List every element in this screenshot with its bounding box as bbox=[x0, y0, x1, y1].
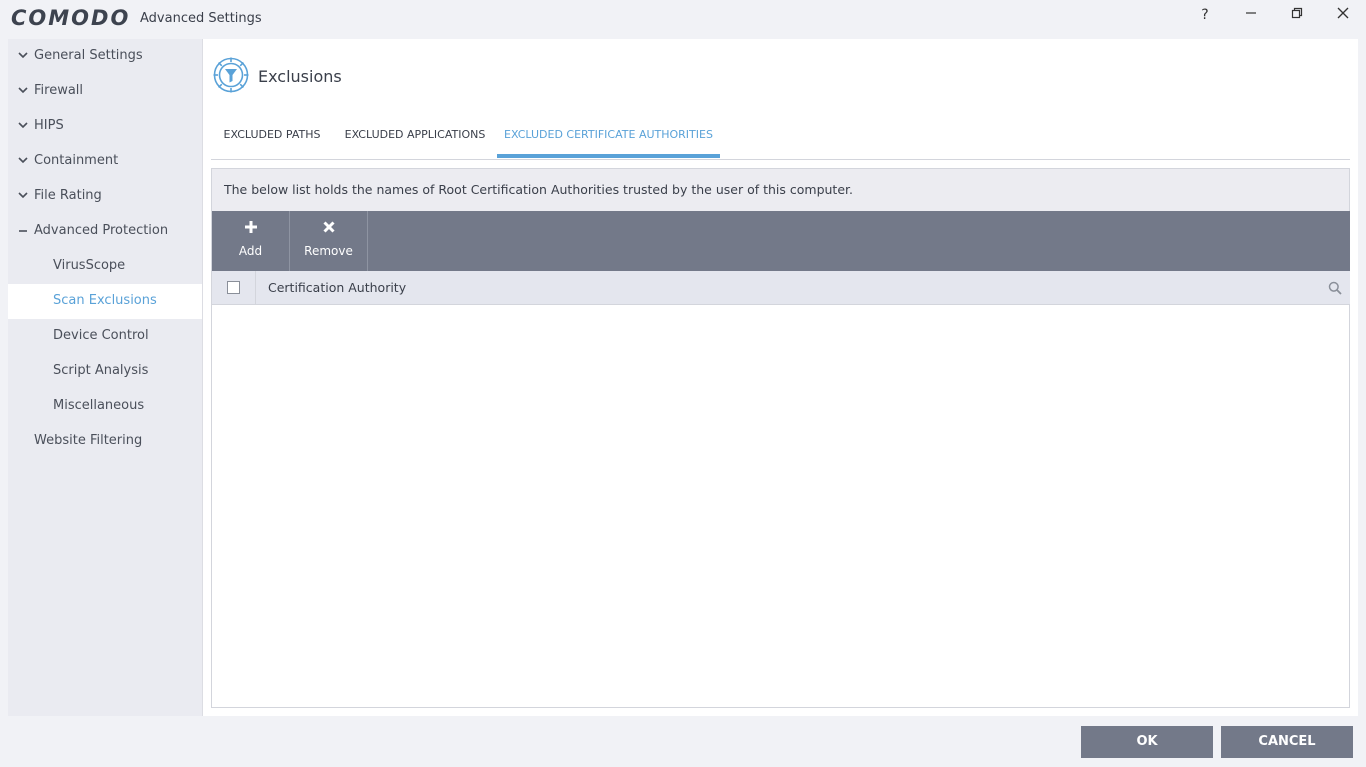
chevron-down-icon bbox=[16, 179, 30, 214]
minimize-icon bbox=[1246, 12, 1256, 14]
remove-x-icon bbox=[290, 219, 367, 238]
tab-excluded-certificate-authorities[interactable]: EXCLUDED CERTIFICATE AUTHORITIES bbox=[497, 117, 720, 158]
sidebar-item-label: Scan Exclusions bbox=[53, 293, 157, 308]
sidebar-item-scan-exclusions[interactable]: Scan Exclusions bbox=[8, 284, 202, 319]
ok-button[interactable]: OK bbox=[1081, 726, 1213, 758]
sidebar-item-advanced-protection[interactable]: Advanced Protection bbox=[8, 214, 202, 249]
table-header: Certification Authority bbox=[212, 271, 1350, 305]
close-button[interactable] bbox=[1328, 4, 1358, 26]
sidebar-item-label: Device Control bbox=[53, 328, 149, 343]
chevron-down-icon bbox=[16, 144, 30, 179]
sidebar-item-label: File Rating bbox=[34, 188, 102, 203]
sidebar-item-containment[interactable]: Containment bbox=[8, 144, 202, 179]
add-button[interactable]: Add bbox=[212, 211, 290, 271]
description-text: The below list holds the names of Root C… bbox=[224, 182, 853, 197]
sidebar-item-label: Miscellaneous bbox=[53, 398, 145, 413]
window-title: Advanced Settings bbox=[140, 11, 262, 26]
description-bar: The below list holds the names of Root C… bbox=[212, 169, 1349, 211]
sidebar-item-label: Containment bbox=[34, 153, 119, 168]
help-button[interactable]: ? bbox=[1190, 4, 1220, 26]
restore-icon bbox=[1291, 7, 1303, 19]
sidebar-item-general-settings[interactable]: General Settings bbox=[8, 39, 202, 74]
minimize-button[interactable] bbox=[1236, 4, 1266, 26]
sidebar-item-label: HIPS bbox=[34, 118, 64, 133]
sidebar-item-label: General Settings bbox=[34, 48, 143, 63]
sidebar-item-label: Advanced Protection bbox=[34, 223, 169, 238]
sidebar-item-label: Website Filtering bbox=[34, 433, 143, 448]
sidebar-item-script-analysis[interactable]: Script Analysis bbox=[8, 354, 202, 389]
cancel-button[interactable]: CANCEL bbox=[1221, 726, 1353, 758]
sidebar-item-miscellaneous[interactable]: Miscellaneous bbox=[8, 389, 202, 424]
title-bar: COMODO Advanced Settings ? bbox=[0, 0, 1366, 38]
sidebar-item-hips[interactable]: HIPS bbox=[8, 109, 202, 144]
column-divider bbox=[255, 271, 256, 304]
comodo-logo: COMODO bbox=[11, 6, 131, 30]
chevron-down-icon bbox=[16, 109, 30, 144]
remove-button[interactable]: Remove bbox=[290, 211, 368, 271]
sidebar-item-label: Script Analysis bbox=[53, 363, 149, 378]
sidebar-item-device-control[interactable]: Device Control bbox=[8, 319, 202, 354]
tab-excluded-applications[interactable]: EXCLUDED APPLICATIONS bbox=[333, 117, 497, 158]
main-content: Exclusions EXCLUDED PATHS EXCLUDED APPLI… bbox=[203, 39, 1358, 716]
tab-bar: EXCLUDED PATHS EXCLUDED APPLICATIONS EXC… bbox=[211, 117, 1350, 160]
funnel-filter-icon bbox=[212, 56, 250, 94]
add-label: Add bbox=[238, 244, 263, 258]
sidebar-item-virusscope[interactable]: VirusScope bbox=[8, 249, 202, 284]
plus-icon bbox=[212, 219, 289, 238]
sidebar-item-label: VirusScope bbox=[53, 258, 126, 273]
tab-excluded-paths[interactable]: EXCLUDED PATHS bbox=[211, 117, 333, 158]
exclusions-panel: The below list holds the names of Root C… bbox=[211, 168, 1350, 708]
minus-icon bbox=[16, 214, 30, 249]
restore-button[interactable] bbox=[1282, 4, 1312, 26]
sidebar-item-file-rating[interactable]: File Rating bbox=[8, 179, 202, 214]
sidebar-item-website-filtering[interactable]: Website Filtering bbox=[8, 424, 202, 459]
sidebar-item-label: Firewall bbox=[34, 83, 84, 98]
column-header-certification-authority[interactable]: Certification Authority bbox=[268, 280, 406, 295]
page-title: Exclusions bbox=[258, 67, 342, 86]
close-icon bbox=[1337, 7, 1349, 19]
list-toolbar: Add Remove bbox=[212, 211, 1350, 271]
sidebar-nav: General Settings Firewall HIPS Containme… bbox=[8, 39, 203, 716]
sidebar-item-firewall[interactable]: Firewall bbox=[8, 74, 202, 109]
remove-label: Remove bbox=[304, 244, 353, 258]
table-body bbox=[212, 305, 1349, 707]
chevron-down-icon bbox=[16, 74, 30, 109]
search-icon[interactable] bbox=[1328, 280, 1342, 295]
select-all-checkbox[interactable] bbox=[227, 281, 240, 294]
chevron-down-icon bbox=[16, 39, 30, 74]
